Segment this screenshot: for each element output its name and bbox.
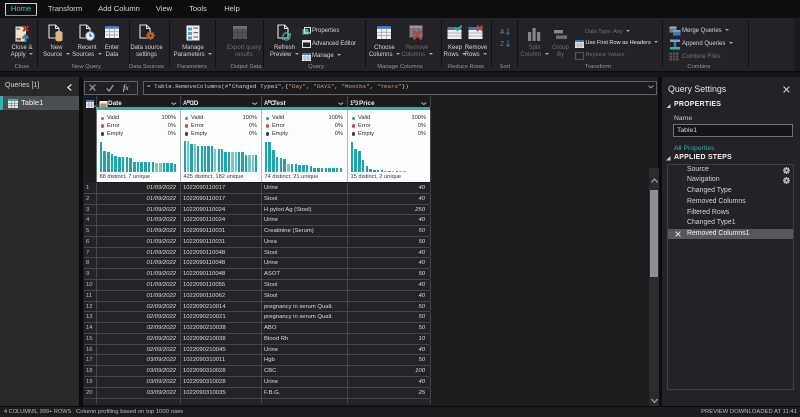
svg-text:Z: Z: [500, 41, 505, 48]
svg-text:A: A: [500, 29, 505, 36]
